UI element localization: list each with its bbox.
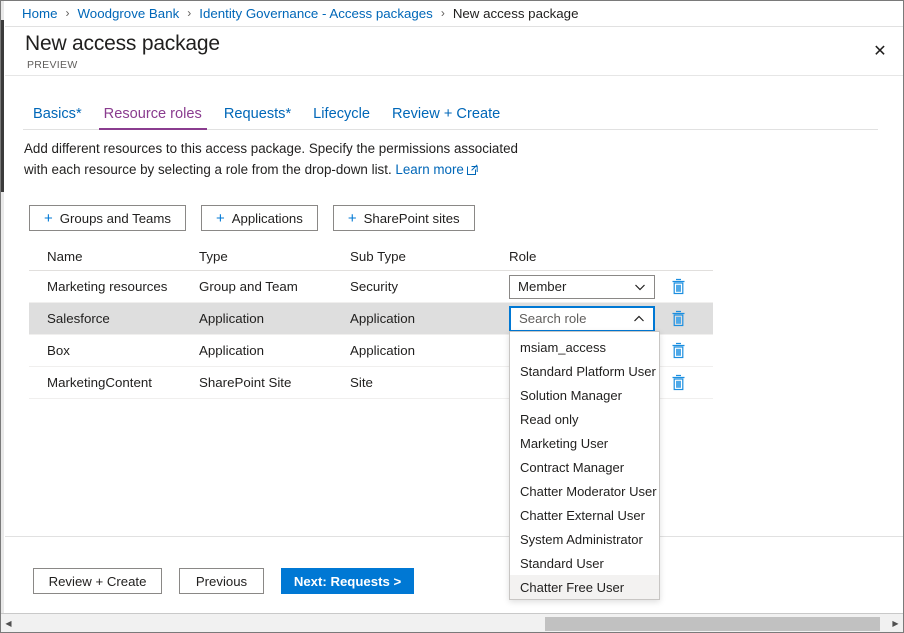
breadcrumb: Home › Woodgrove Bank › Identity Governa… (5, 0, 904, 27)
breadcrumb-item-current: New access package (453, 6, 579, 21)
chevron-down-icon (634, 281, 646, 293)
breadcrumb-item-identity-governance[interactable]: Identity Governance - Access packages (199, 6, 433, 21)
cell-delete (661, 310, 713, 327)
azure-portal-blade: Home › Woodgrove Bank › Identity Governa… (0, 0, 904, 633)
tab-requests[interactable]: Requests* (213, 106, 302, 129)
blade-content: Basics* Resource roles Requests* Lifecyc… (5, 76, 904, 536)
horizontal-scrollbar-thumb[interactable] (545, 617, 880, 631)
previous-button[interactable]: Previous (179, 568, 264, 594)
description-text: Add different resources to this access p… (24, 138, 524, 181)
add-applications-label: Applications (232, 211, 303, 226)
tab-lifecycle-label: Lifecycle (313, 106, 370, 122)
cell-delete (661, 374, 713, 391)
trash-icon[interactable] (671, 278, 686, 295)
role-option[interactable]: Standard User (510, 551, 659, 575)
page-vertical-scrollbar[interactable] (0, 0, 4, 613)
trash-icon[interactable] (671, 342, 686, 359)
table-row[interactable]: Marketing resources Group and Team Secur… (29, 271, 713, 303)
column-header-sub-type: Sub Type (350, 249, 509, 264)
cell-role: Member (509, 275, 661, 299)
tab-resource-roles[interactable]: Resource roles (93, 106, 213, 129)
tab-basics[interactable]: Basics* (23, 106, 93, 129)
tab-lifecycle[interactable]: Lifecycle (302, 106, 381, 129)
close-icon[interactable]: ✕ (865, 37, 895, 67)
tab-requests-required: * (285, 106, 291, 122)
tab-resource-roles-label: Resource roles (104, 106, 202, 122)
chevron-up-icon (633, 313, 645, 325)
external-link-icon (467, 160, 478, 181)
role-option[interactable]: Marketing User (510, 431, 659, 455)
add-applications-button[interactable]: + Applications (201, 205, 318, 231)
cell-name: Marketing resources (29, 279, 199, 294)
column-header-role: Role (509, 249, 661, 264)
plus-icon: + (44, 211, 53, 226)
role-dropdown-value: Member (518, 279, 634, 294)
blade-header: New access package PREVIEW ✕ (5, 27, 904, 76)
role-option[interactable]: Read only (510, 407, 659, 431)
trash-icon[interactable] (671, 310, 686, 327)
role-dropdown-list[interactable]: msiam_accessStandard Platform UserSoluti… (509, 331, 660, 600)
role-option[interactable]: Chatter Free User (510, 575, 659, 599)
wizard-tabs: Basics* Resource roles Requests* Lifecyc… (23, 98, 878, 130)
cell-type: Application (199, 311, 350, 326)
cell-role: Search role (509, 306, 661, 332)
breadcrumb-item-home[interactable]: Home (22, 6, 57, 21)
role-dropdown-marketing-resources[interactable]: Member (509, 275, 655, 299)
cell-sub-type: Security (350, 279, 509, 294)
breadcrumb-separator: › (441, 6, 445, 20)
tab-basics-label: Basics (33, 106, 76, 122)
page-vertical-scrollbar-thumb[interactable] (0, 20, 4, 192)
table-header-row: Name Type Sub Type Role (29, 243, 713, 271)
add-groups-and-teams-label: Groups and Teams (60, 211, 171, 226)
role-option[interactable]: Chatter Moderator User (510, 479, 659, 503)
column-header-type: Type (199, 249, 350, 264)
cell-delete (661, 278, 713, 295)
plus-icon: + (216, 211, 225, 226)
preview-badge: PREVIEW (27, 59, 78, 71)
add-resource-buttons: + Groups and Teams + Applications + SharePo… (29, 205, 475, 231)
horizontal-scrollbar[interactable]: ◀ ▶ (0, 613, 904, 633)
cell-delete (661, 342, 713, 359)
tab-review-create-label: Review + Create (392, 106, 500, 122)
tab-requests-label: Requests (224, 106, 286, 122)
role-option[interactable]: Standard Platform User (510, 359, 659, 383)
role-option[interactable]: msiam_access (510, 335, 659, 359)
breadcrumb-item-woodgrove-bank[interactable]: Woodgrove Bank (77, 6, 179, 21)
page-title: New access package (25, 32, 220, 56)
review-create-button[interactable]: Review + Create (33, 568, 162, 594)
cell-name: MarketingContent (29, 375, 199, 390)
cell-type: Group and Team (199, 279, 350, 294)
role-option[interactable]: Solution Manager (510, 383, 659, 407)
scroll-right-arrow-icon[interactable]: ▶ (887, 614, 904, 633)
cell-name: Salesforce (29, 311, 199, 326)
trash-icon[interactable] (671, 374, 686, 391)
role-option[interactable]: System Administrator (510, 527, 659, 551)
tab-basics-required: * (76, 106, 82, 122)
wizard-footer: Review + Create Previous Next: Requests … (5, 536, 904, 613)
scroll-left-arrow-icon[interactable]: ◀ (0, 614, 17, 633)
cell-sub-type: Site (350, 375, 509, 390)
cell-name: Box (29, 343, 199, 358)
cell-sub-type: Application (350, 311, 509, 326)
role-search-input-salesforce[interactable]: Search role (509, 306, 655, 332)
breadcrumb-separator: › (187, 6, 191, 20)
role-option[interactable]: Chatter External User (510, 503, 659, 527)
next-requests-button[interactable]: Next: Requests > (281, 568, 414, 594)
plus-icon: + (348, 211, 357, 226)
cell-type: SharePoint Site (199, 375, 350, 390)
add-sharepoint-sites-label: SharePoint sites (364, 211, 460, 226)
column-header-name: Name (29, 249, 199, 264)
tab-review-create[interactable]: Review + Create (381, 106, 511, 129)
cell-sub-type: Application (350, 343, 509, 358)
add-groups-and-teams-button[interactable]: + Groups and Teams (29, 205, 186, 231)
add-sharepoint-sites-button[interactable]: + SharePoint sites (333, 205, 475, 231)
learn-more-link[interactable]: Learn more (395, 162, 463, 177)
role-search-placeholder: Search role (519, 311, 633, 326)
breadcrumb-separator: › (65, 6, 69, 20)
cell-type: Application (199, 343, 350, 358)
role-option[interactable]: Contract Manager (510, 455, 659, 479)
